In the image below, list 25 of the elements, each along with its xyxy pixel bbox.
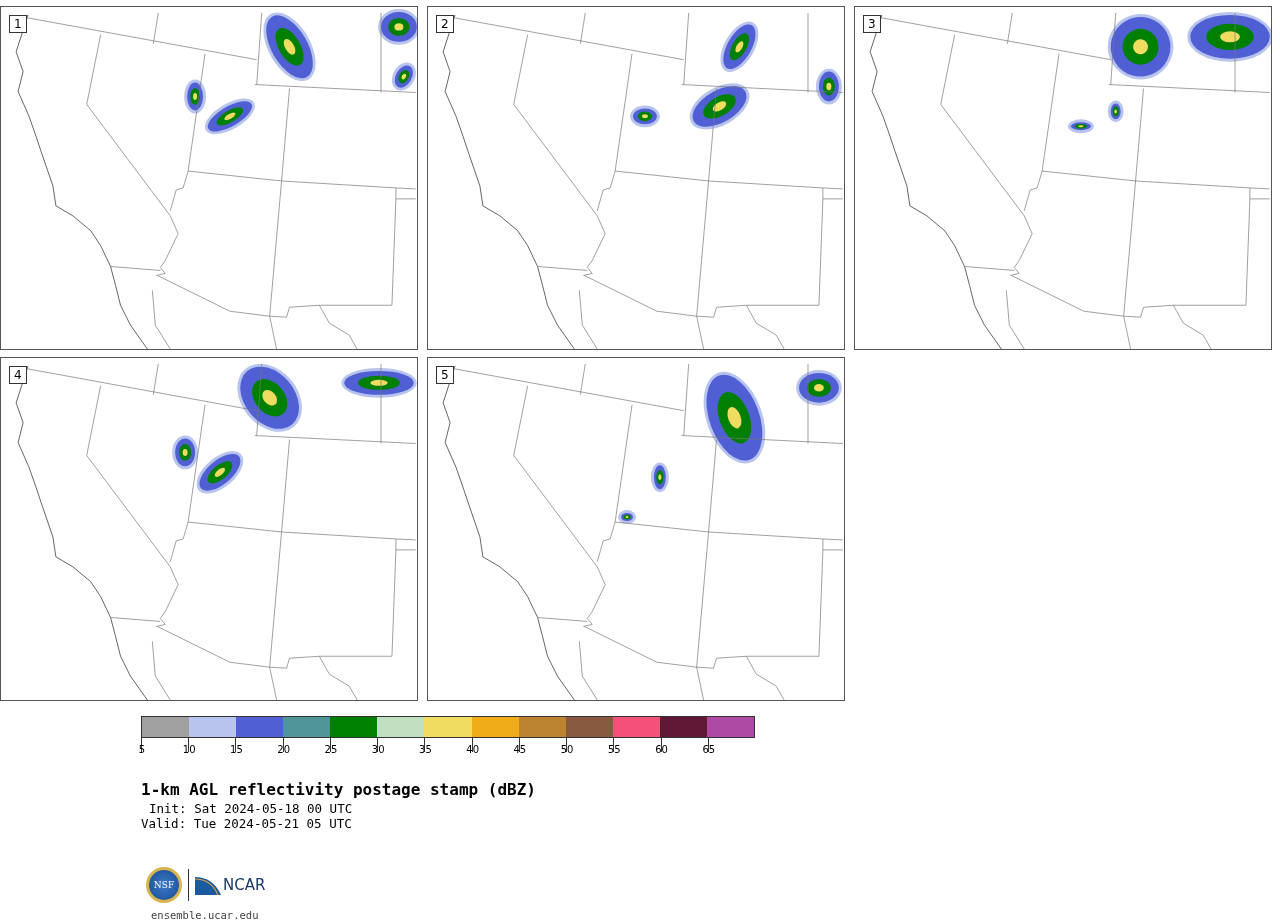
tick-label: 60 bbox=[655, 744, 668, 755]
nsf-logo: NSF bbox=[146, 867, 182, 903]
panel-number: 4 bbox=[9, 366, 27, 384]
tick-label: 10 bbox=[182, 744, 196, 755]
tick-label: 45 bbox=[513, 744, 527, 755]
valid-time: Valid: Tue 2024-05-21 05 UTC bbox=[141, 816, 353, 831]
chart-title: 1-km AGL reflectivity postage stamp (dBZ) bbox=[141, 780, 537, 799]
tick-label: 35 bbox=[419, 744, 432, 755]
panel-number: 5 bbox=[436, 366, 454, 384]
init-time: Init: Sat 2024-05-18 00 UTC bbox=[148, 801, 354, 816]
website-url: ensemble.ucar.edu bbox=[151, 909, 260, 920]
panel-number: 1 bbox=[9, 15, 27, 33]
tick-label: 20 bbox=[277, 744, 291, 755]
tick-label: 50 bbox=[560, 744, 574, 755]
ncar-logo: NCAR bbox=[223, 876, 266, 894]
tick-label: 65 bbox=[702, 744, 716, 755]
panel-number: 2 bbox=[436, 15, 454, 33]
tick-label: 15 bbox=[230, 744, 243, 755]
swoosh-icon bbox=[195, 875, 221, 895]
tick-label: 5 bbox=[138, 744, 146, 755]
tick-label: 40 bbox=[466, 744, 479, 755]
tick-label: 30 bbox=[371, 744, 385, 755]
tick-label: 25 bbox=[324, 744, 338, 755]
panel-number: 3 bbox=[863, 15, 881, 33]
tick-label: 55 bbox=[608, 744, 621, 755]
